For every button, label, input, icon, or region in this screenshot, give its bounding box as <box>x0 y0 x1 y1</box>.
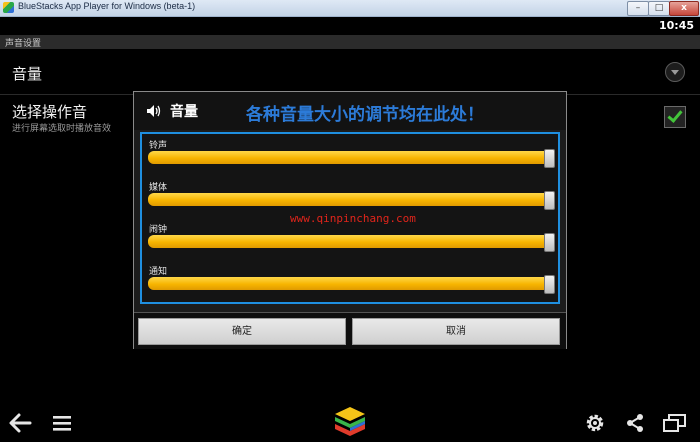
settings-section-title: 声音设置 <box>5 39 42 49</box>
chevron-down-icon[interactable] <box>665 62 685 82</box>
volume-row-label: 音量 <box>12 65 43 83</box>
bluestacks-app-icon <box>3 2 14 13</box>
menu-icon[interactable] <box>52 412 72 434</box>
ok-button[interactable]: 确定 <box>138 318 346 345</box>
cancel-button[interactable]: 取消 <box>352 318 560 345</box>
volume-slider-fill <box>148 151 553 164</box>
maximize-button[interactable]: □ <box>648 1 670 16</box>
volume-dialog: 音量 各种音量大小的调节均在此处！ 铃声媒体闹钟通知 www.qinpincha… <box>133 91 567 349</box>
volume-slider[interactable] <box>148 233 555 252</box>
status-bar: 10:45 <box>0 17 700 35</box>
volume-sliders-panel: 铃声媒体闹钟通知 www.qinpinchang.com <box>140 132 560 304</box>
window-title: BlueStacks App Player for Windows (beta-… <box>18 1 196 11</box>
volume-slider-thumb[interactable] <box>544 275 555 294</box>
dialog-title: 音量 <box>170 104 198 120</box>
volume-slider-label: 通知 <box>149 267 168 277</box>
volume-slider[interactable] <box>148 149 555 168</box>
minimize-button[interactable]: – <box>627 1 649 16</box>
volume-slider-fill <box>148 193 553 206</box>
back-icon[interactable] <box>8 412 32 434</box>
volume-slider-thumb[interactable] <box>544 191 555 210</box>
window-icon[interactable] <box>662 412 688 434</box>
volume-slider-fill <box>148 277 553 290</box>
annotation-text: 各种音量大小的调节均在此处！ <box>246 105 484 125</box>
volume-slider-label: 铃声 <box>149 141 168 151</box>
share-icon[interactable] <box>624 412 646 434</box>
dialog-footer: 确定 取消 <box>134 312 566 349</box>
dialog-header: 音量 各种音量大小的调节均在此处！ <box>134 92 566 130</box>
volume-slider-fill <box>148 235 553 248</box>
touch-sound-summary: 进行屏幕选取时播放音效 <box>12 124 112 134</box>
window-title-bar: BlueStacks App Player for Windows (beta-… <box>0 0 700 17</box>
watermark-text: www.qinpinchang.com <box>290 212 416 225</box>
settings-section-header: 声音设置 <box>0 35 700 49</box>
volume-slider[interactable] <box>148 275 555 294</box>
speaker-icon <box>147 105 161 117</box>
touch-sound-label: 选择操作音 <box>12 103 88 121</box>
settings-row-volume[interactable]: 音量 <box>0 52 700 95</box>
volume-slider[interactable] <box>148 191 555 210</box>
volume-slider-label: 闹钟 <box>149 225 168 235</box>
status-clock: 10:45 <box>658 19 694 32</box>
volume-slider-label: 媒体 <box>149 183 168 193</box>
volume-slider-thumb[interactable] <box>544 233 555 252</box>
close-button[interactable]: x <box>669 1 699 16</box>
gear-icon[interactable] <box>584 412 606 434</box>
volume-slider-thumb[interactable] <box>544 149 555 168</box>
bluestacks-logo[interactable] <box>334 407 366 437</box>
touch-sound-checkbox[interactable] <box>664 106 686 128</box>
